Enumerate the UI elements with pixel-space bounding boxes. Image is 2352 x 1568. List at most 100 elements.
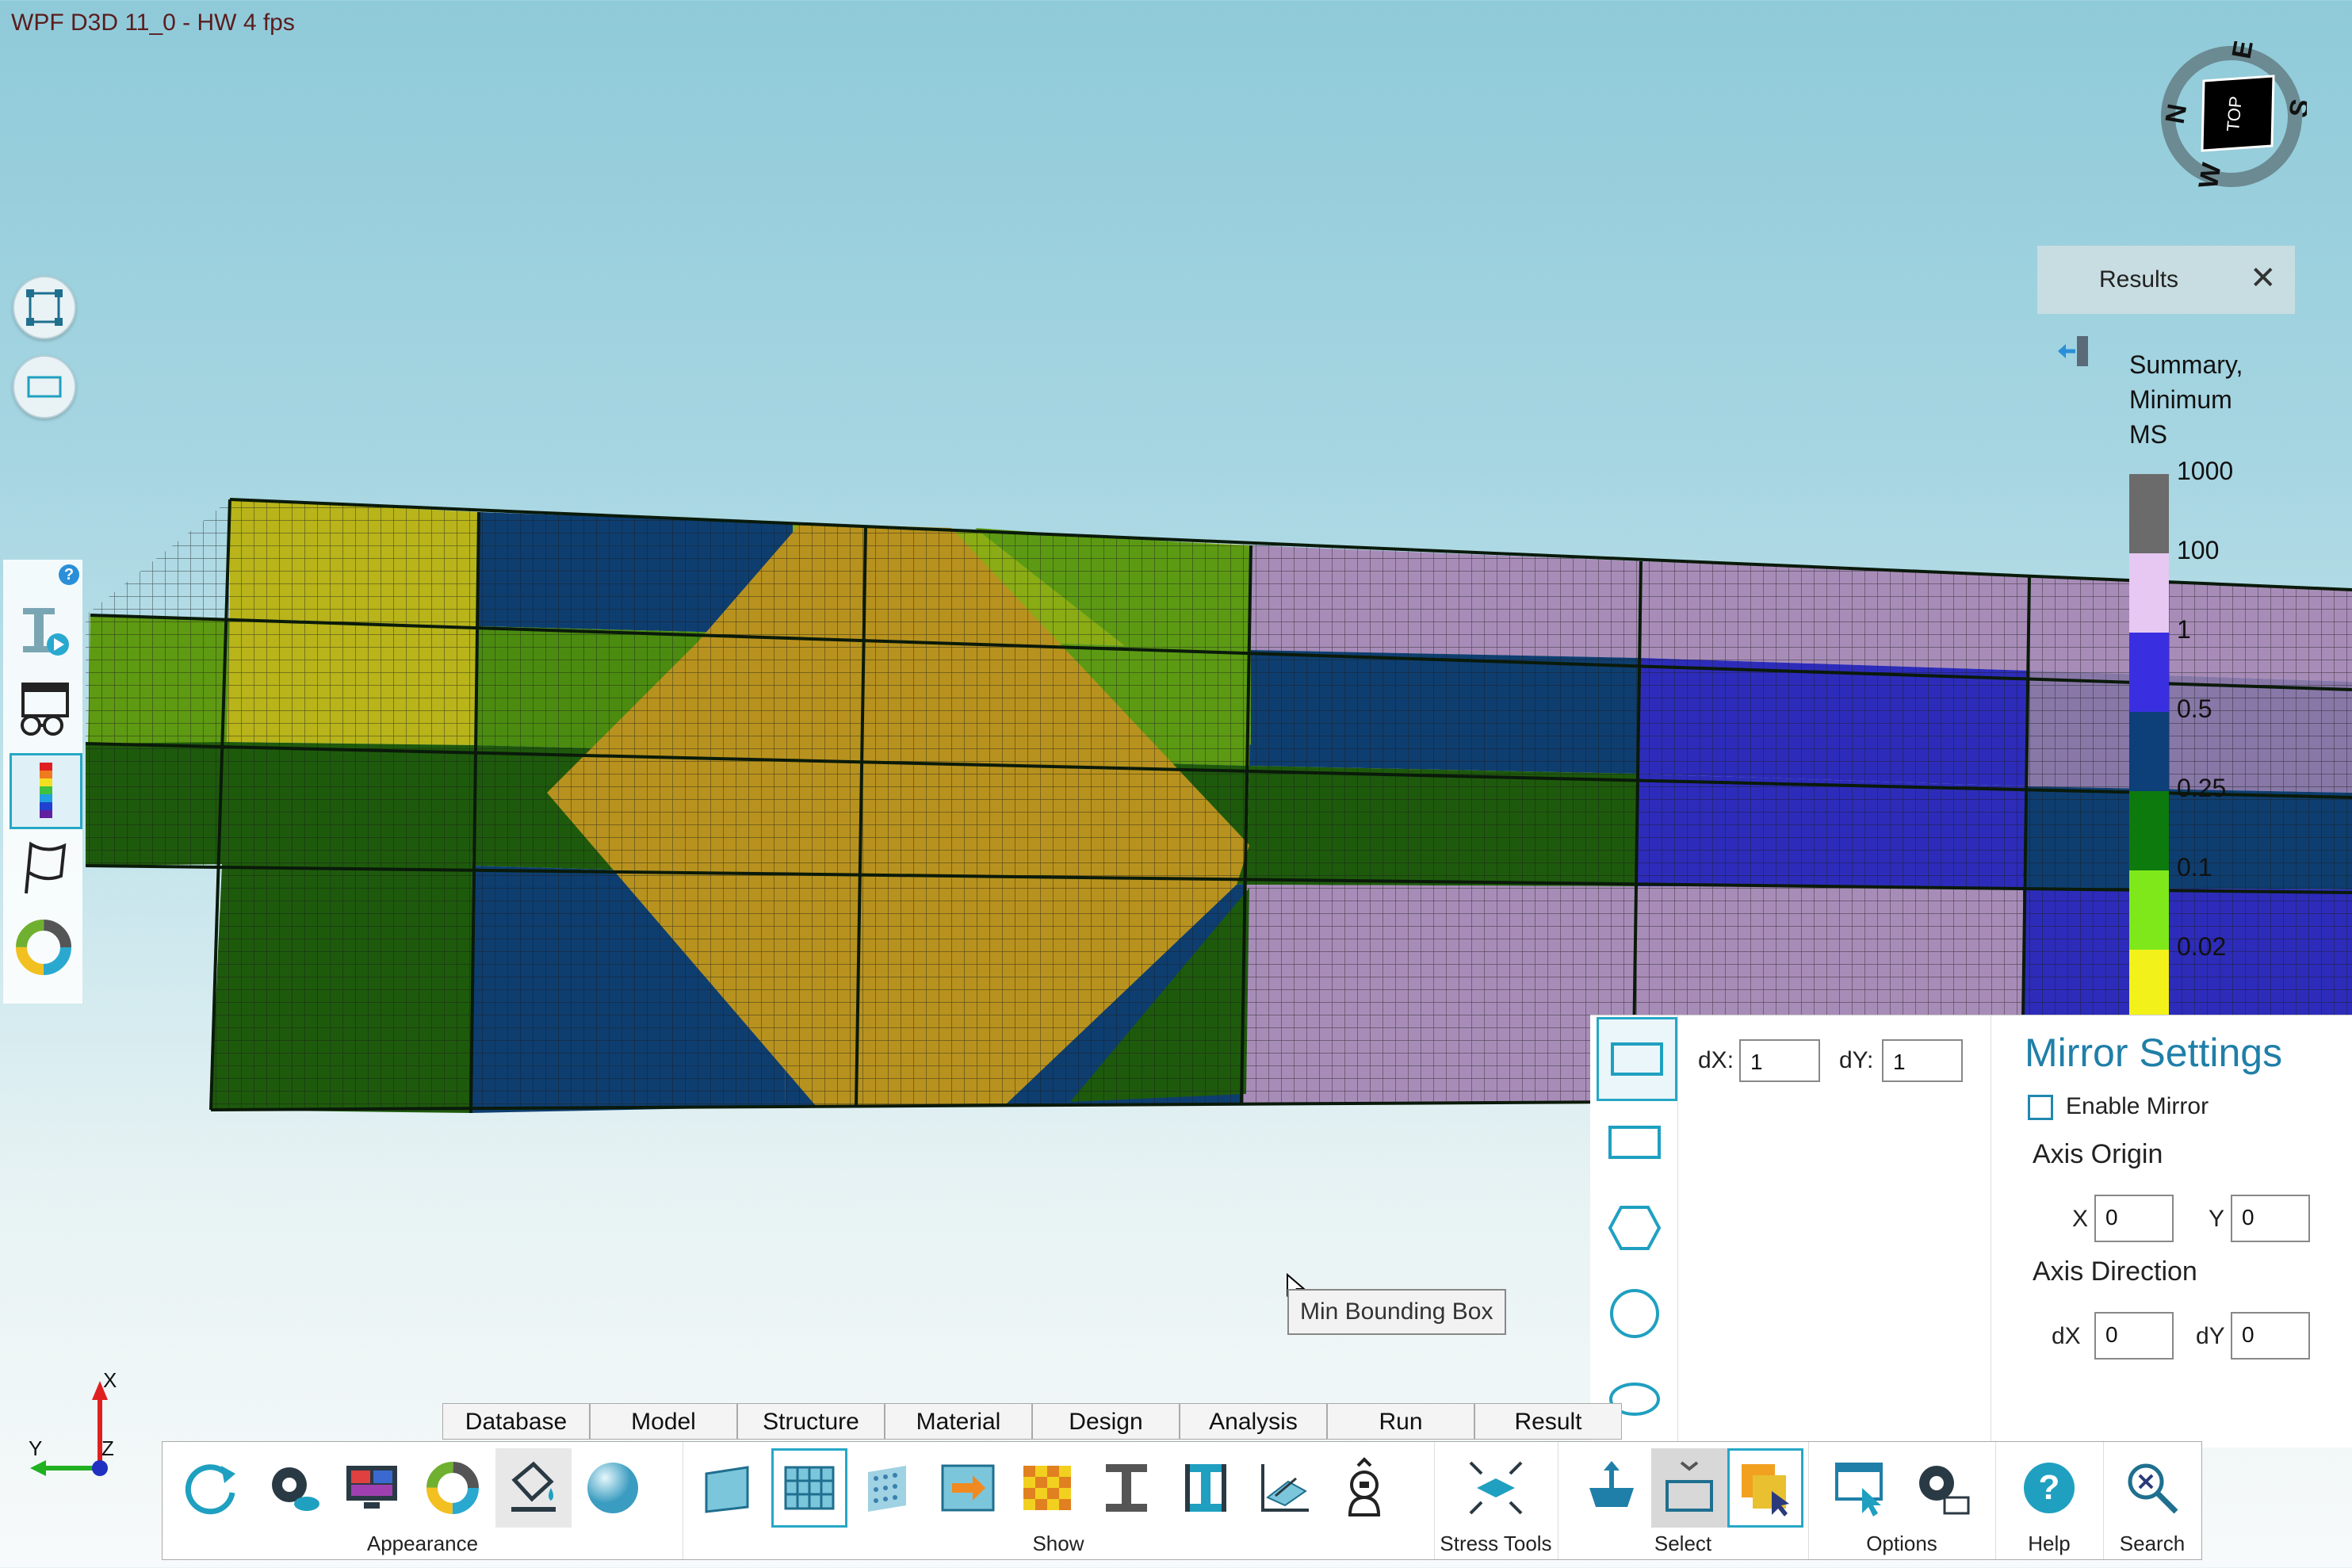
selection-shape-dropdown[interactable] <box>1651 1448 1727 1528</box>
interaction-options-button[interactable] <box>1824 1448 1900 1528</box>
show-plot-button[interactable] <box>1247 1448 1323 1528</box>
rectangle-shape[interactable] <box>1597 1103 1673 1182</box>
stress-tools-label: Stress Tools <box>1440 1532 1552 1555</box>
search-group-label: Search <box>2119 1532 2186 1555</box>
rectangle-icon <box>1611 1042 1663 1076</box>
show-mesh-button[interactable] <box>771 1448 847 1528</box>
enable-mirror-checkbox[interactable] <box>2028 1095 2053 1120</box>
selection-settings-panel: dX: 1 dY: 1 Mirror Settings Enable Mirro… <box>1590 1015 2352 1448</box>
show-sections-button[interactable] <box>1168 1448 1244 1528</box>
legend-label: 1000 <box>2177 457 2234 485</box>
axis-triad: X Y Z <box>29 1368 117 1476</box>
left-toolbar: ? <box>3 560 82 1004</box>
help-group: ? Help <box>1995 1442 2104 1559</box>
paint-bucket-icon <box>511 1461 556 1512</box>
legend-title-line: MS <box>2129 420 2167 449</box>
view-cube-compass[interactable]: TOP N E S W <box>2156 41 2307 192</box>
show-astronaut-button[interactable] <box>1326 1448 1402 1528</box>
settings-button[interactable] <box>1903 1448 1979 1528</box>
legend-swatch <box>2129 474 2169 553</box>
tab-design[interactable]: Design <box>1032 1403 1180 1440</box>
axis-z-label: Z <box>101 1436 114 1460</box>
hexagon-shape[interactable] <box>1597 1188 1673 1268</box>
hexagon-icon <box>1608 1206 1662 1250</box>
axis-direction-label: Axis Direction <box>2033 1256 2197 1287</box>
help-badge[interactable]: ? <box>59 564 79 585</box>
mirror-settings: Mirror Settings Enable Mirror Axis Origi… <box>1991 1015 2352 1448</box>
compass-face-label: TOP <box>2223 95 2246 132</box>
tab-structure[interactable]: Structure <box>737 1403 885 1440</box>
show-loads-button[interactable] <box>930 1448 1006 1528</box>
help-button[interactable]: ? <box>2011 1448 2087 1528</box>
display-button[interactable] <box>334 1448 410 1528</box>
dx-input[interactable]: 1 <box>1739 1039 1820 1082</box>
show-beams-button[interactable] <box>1088 1448 1165 1528</box>
color-scale-icon <box>40 763 52 818</box>
help-group-label: Help <box>2028 1532 2071 1555</box>
gear-eye-icon <box>272 1467 319 1511</box>
show-group-label: Show <box>1032 1532 1084 1555</box>
search-button[interactable] <box>2114 1448 2190 1528</box>
view-settings-button[interactable] <box>254 1448 331 1528</box>
enable-mirror-label: Enable Mirror <box>2066 1093 2209 1119</box>
view-rectangle-button[interactable] <box>13 355 76 419</box>
show-plate-button[interactable] <box>692 1448 768 1528</box>
nodes-icon <box>868 1466 906 1512</box>
tab-result[interactable]: Result <box>1474 1403 1622 1440</box>
origin-y-input[interactable]: 0 <box>2231 1195 2310 1242</box>
collapse-panel-icon[interactable] <box>2055 333 2091 369</box>
dy-input[interactable]: 1 <box>1882 1039 1963 1082</box>
direction-dy-input[interactable]: 0 <box>2231 1312 2310 1360</box>
color-map-button[interactable] <box>415 1448 491 1528</box>
circle-shape[interactable] <box>1597 1274 1673 1353</box>
legend-swatch <box>2129 553 2169 633</box>
tab-database[interactable]: Database <box>442 1403 590 1440</box>
tab-analysis[interactable]: Analysis <box>1180 1403 1327 1440</box>
results-legend-tool[interactable] <box>10 753 82 829</box>
direction-dx-input[interactable]: 0 <box>2094 1312 2174 1360</box>
color-wheel-icon <box>426 1462 479 1514</box>
tab-material[interactable]: Material <box>885 1403 1032 1440</box>
zoom-extents-button[interactable] <box>13 276 76 339</box>
legend-label: 100 <box>2177 536 2220 564</box>
close-icon[interactable]: ✕ <box>2250 260 2277 296</box>
plate-icon <box>705 1466 749 1513</box>
color-wheel-tool[interactable] <box>10 912 78 983</box>
show-group: Show <box>683 1442 1435 1559</box>
tab-run[interactable]: Run <box>1327 1403 1474 1440</box>
select-group-label: Select <box>1654 1532 1712 1555</box>
origin-x-label: X <box>2072 1206 2089 1232</box>
legend-label: 1 <box>2177 615 2191 644</box>
select-objects-button[interactable] <box>1727 1448 1803 1528</box>
legend-title-line: Minimum <box>2129 385 2232 414</box>
circle-icon <box>1610 1289 1659 1338</box>
dy-label: dY: <box>1839 1047 1874 1073</box>
origin-x-input[interactable]: 0 <box>2094 1195 2174 1242</box>
min-bounding-box-shape[interactable] <box>1597 1017 1677 1101</box>
legend-title-line: Summary, <box>2129 350 2243 379</box>
legend-label: 0.1 <box>2177 853 2212 882</box>
refresh-button[interactable] <box>174 1448 250 1528</box>
ribbon: Appearance Show Stress Tools Select Opti… <box>162 1441 2202 1560</box>
paint-bucket-button[interactable] <box>495 1448 572 1528</box>
axis-x-label: X <box>103 1368 117 1392</box>
tab-model[interactable]: Model <box>590 1403 737 1440</box>
viewer-tool[interactable] <box>10 674 78 745</box>
legend-swatch <box>2129 870 2169 950</box>
flag-tool[interactable] <box>10 832 78 904</box>
show-nodes-button[interactable] <box>851 1448 927 1528</box>
stress-tools-button[interactable] <box>1458 1448 1534 1528</box>
ribbon-tabs: Database Model Structure Material Design… <box>442 1403 1622 1440</box>
sphere-button[interactable] <box>575 1448 651 1528</box>
select-box-button[interactable] <box>1574 1448 1650 1528</box>
search-icon <box>2128 1463 2178 1514</box>
sphere-icon <box>587 1463 638 1513</box>
legend-label: 0.5 <box>2177 694 2212 723</box>
window-pointer-icon <box>1835 1463 1883 1516</box>
show-results-button[interactable] <box>1009 1448 1085 1528</box>
results-header: Results ✕ <box>2037 246 2295 314</box>
selection-shape-list <box>1590 1015 1678 1448</box>
beam-play-tool[interactable] <box>10 595 78 666</box>
mesh-icon <box>784 1466 835 1510</box>
search-group: Search <box>2103 1442 2201 1559</box>
